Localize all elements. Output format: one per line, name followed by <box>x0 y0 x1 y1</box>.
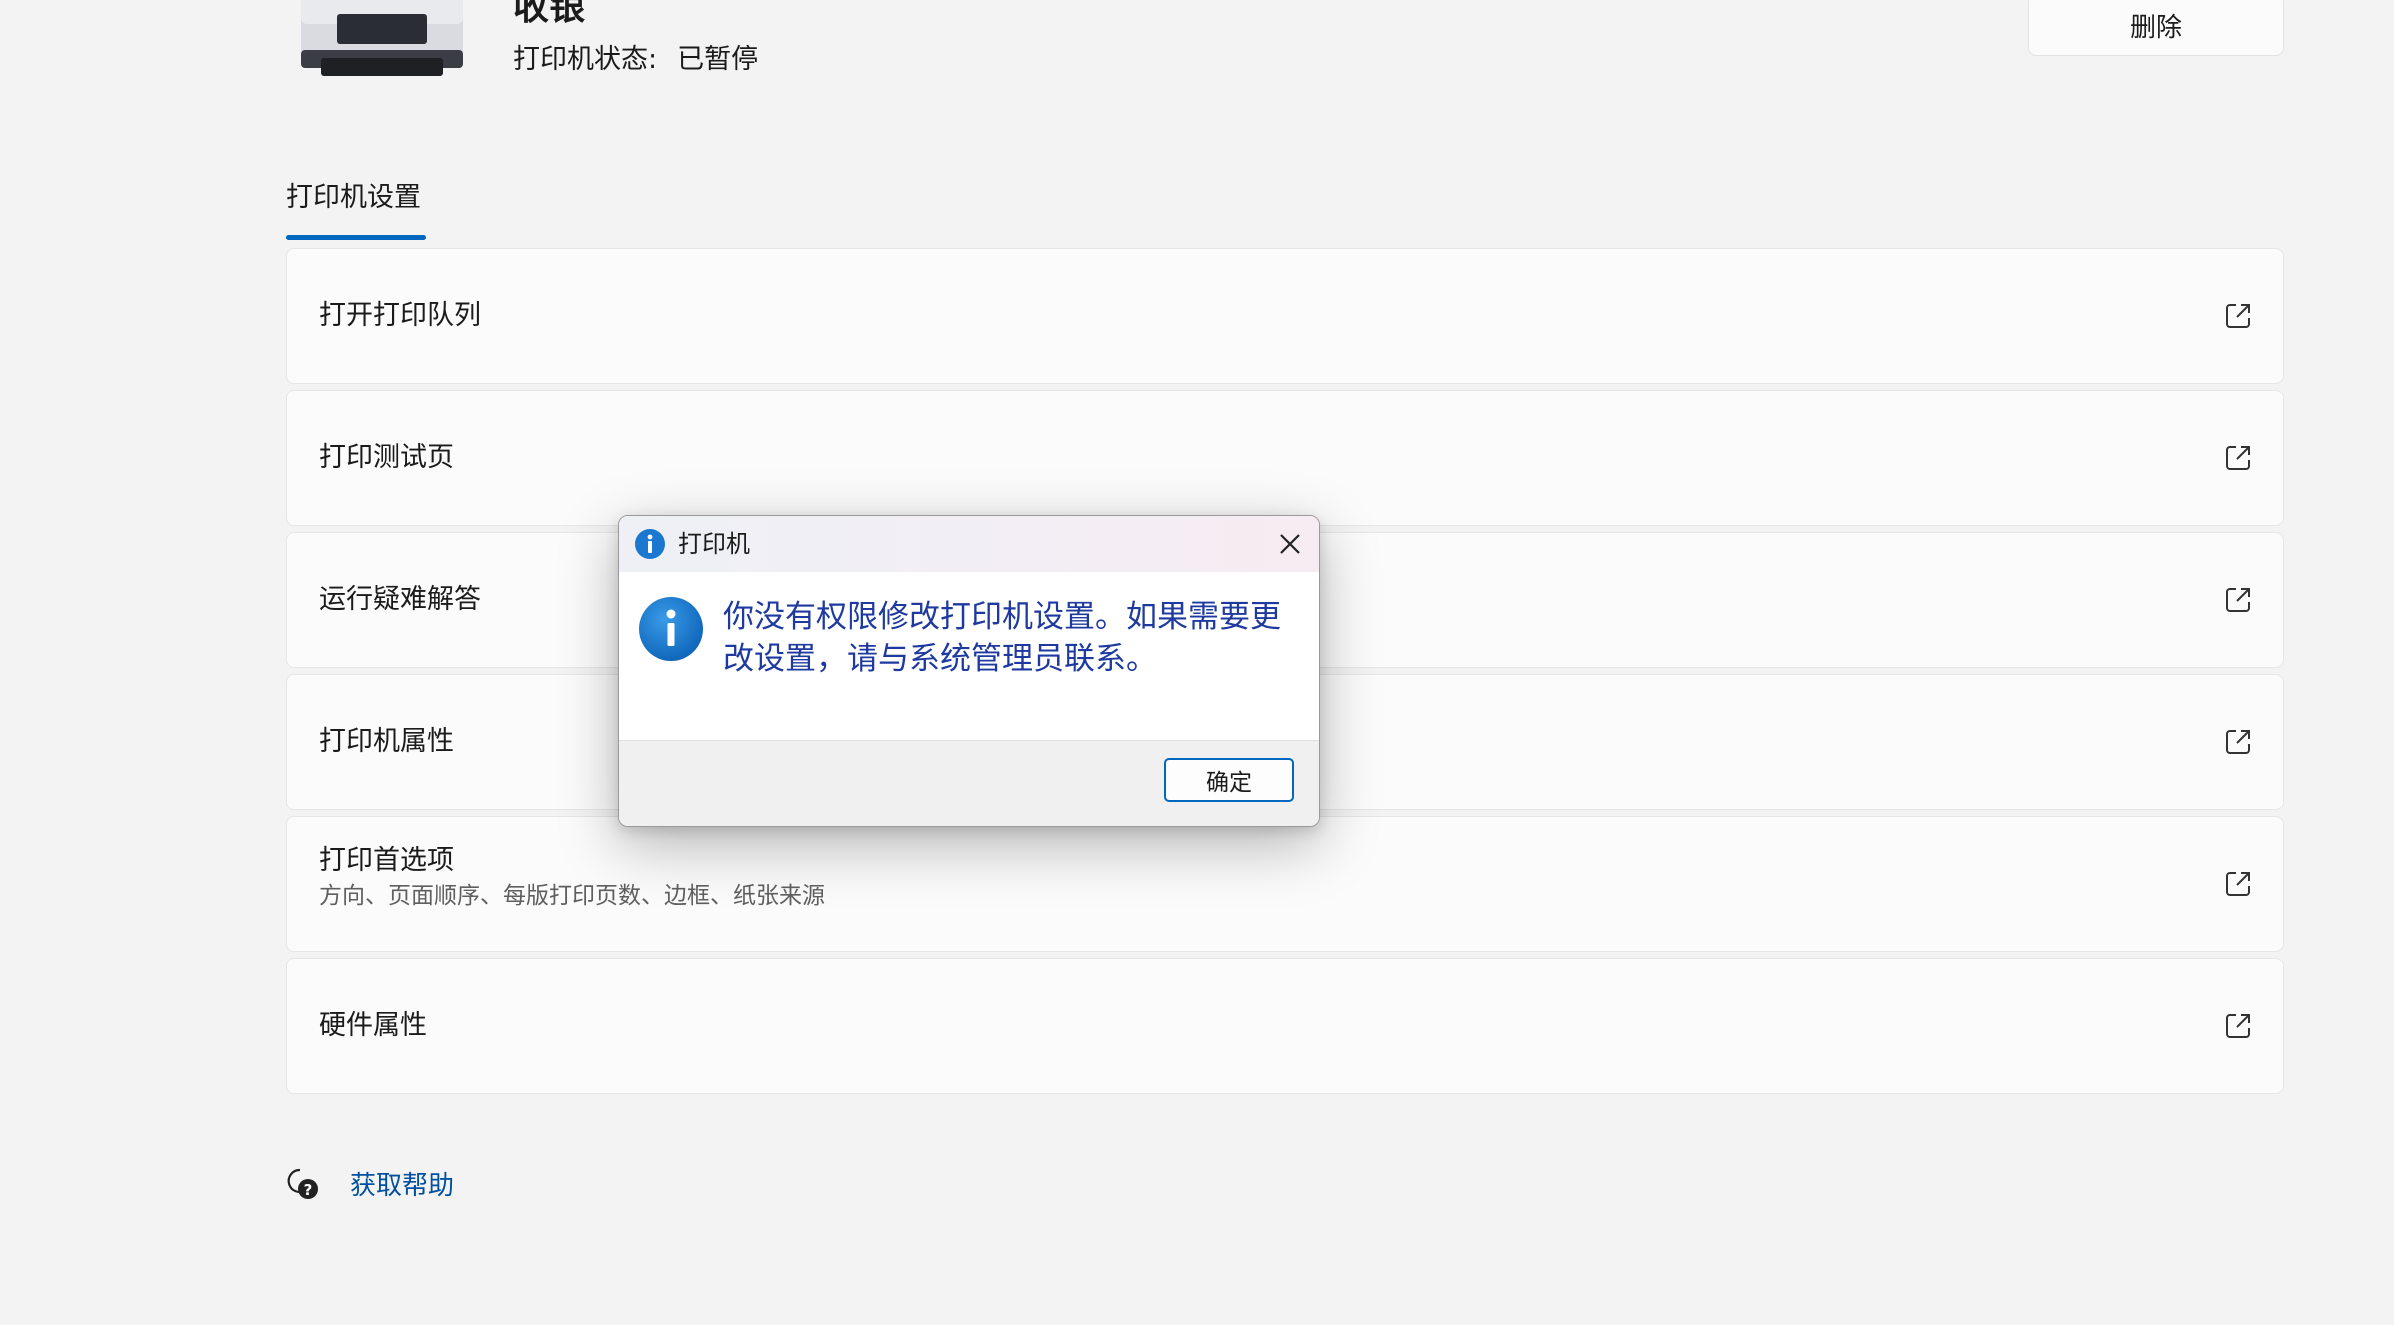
info-icon <box>635 529 665 559</box>
help-link[interactable]: 获取帮助 <box>350 1165 454 1202</box>
tab-underline <box>286 235 426 240</box>
help-chat-icon: ? <box>287 1168 318 1199</box>
row-printing-preferences[interactable]: 打印首选项 方向、页面顺序、每版打印页数、边框、纸张来源 <box>286 816 2284 952</box>
row-label: 打印首选项 <box>319 845 454 876</box>
row-label: 运行疑难解答 <box>319 584 481 615</box>
printer-image <box>301 0 463 76</box>
row-label: 打开打印队列 <box>319 300 481 331</box>
dialog-footer: 确定 <box>619 740 1319 826</box>
dialog-title: 打印机 <box>678 530 750 558</box>
dialog-titlebar[interactable]: 打印机 <box>619 516 1319 572</box>
row-label: 打印测试页 <box>319 442 454 473</box>
printer-name: 收银 <box>513 0 586 28</box>
printer-permission-dialog: 打印机 你没有权限修改打印机设置。如果需要更改设置，请与系统管理员联系。 确定 <box>618 515 1320 827</box>
dialog-message: 你没有权限修改打印机设置。如果需要更改设置，请与系统管理员联系。 <box>723 599 1281 677</box>
open-external-icon <box>2226 446 2250 470</box>
row-label: 打印机属性 <box>319 726 454 757</box>
open-external-icon <box>2226 1014 2250 1038</box>
printer-status-label: 打印机状态: <box>513 44 658 75</box>
svg-text:?: ? <box>304 1181 313 1199</box>
row-open-print-queue[interactable]: 打开打印队列 <box>286 248 2284 384</box>
get-help[interactable]: ? 获取帮助 <box>286 1165 454 1202</box>
row-sublabel: 方向、页面顺序、每版打印页数、边框、纸张来源 <box>319 883 825 909</box>
delete-button[interactable]: 删除 <box>2028 0 2284 56</box>
row-print-test-page[interactable]: 打印测试页 <box>286 390 2284 526</box>
tab-printer-settings[interactable]: 打印机设置 <box>286 180 421 216</box>
row-hardware-properties[interactable]: 硬件属性 <box>286 958 2284 1094</box>
row-label: 硬件属性 <box>319 1010 427 1041</box>
printer-status: 打印机状态: 已暂停 <box>513 42 758 78</box>
open-external-icon <box>2226 872 2250 896</box>
ok-button[interactable]: 确定 <box>1164 758 1294 802</box>
info-icon <box>639 597 703 661</box>
open-external-icon <box>2226 730 2250 754</box>
open-external-icon <box>2226 588 2250 612</box>
printer-status-value: 已暂停 <box>677 44 759 75</box>
close-icon[interactable] <box>1275 529 1305 559</box>
open-external-icon <box>2226 304 2250 328</box>
